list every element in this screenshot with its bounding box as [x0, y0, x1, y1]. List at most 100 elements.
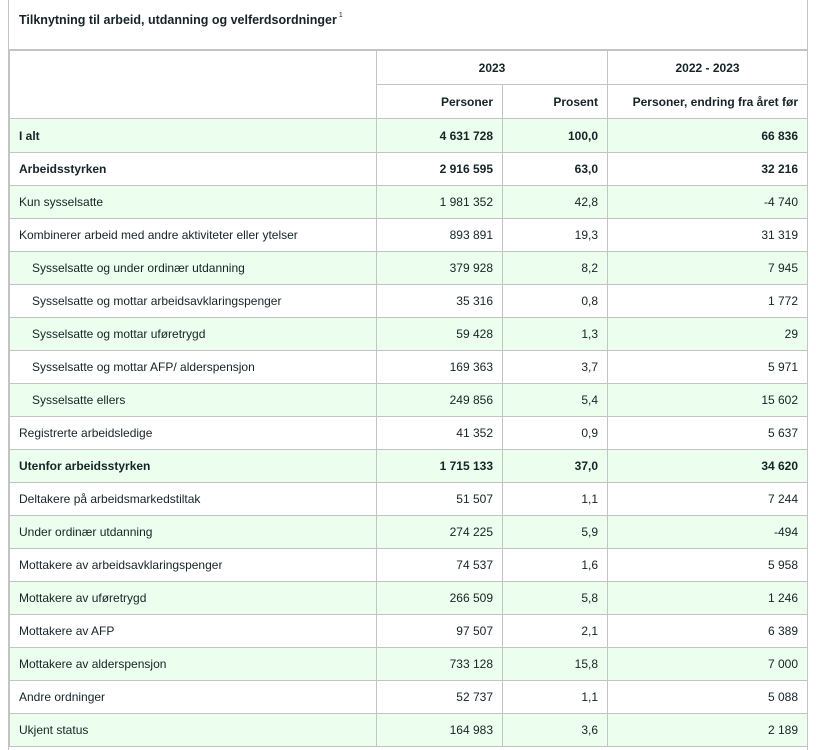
- row-change: 31 319: [607, 218, 809, 252]
- row-label: Mottakere av arbeidsavklaringspenger: [9, 548, 377, 582]
- row-change: 1 772: [607, 284, 809, 318]
- row-label: Sysselsatte og mottar uføretrygd: [9, 317, 377, 351]
- header-change-period: 2022 - 2023: [607, 50, 809, 85]
- row-label: Sysselsatte og mottar AFP/ alderspensjon: [9, 350, 377, 384]
- row-persons: 893 891: [376, 218, 503, 252]
- table-row: Sysselsatte og mottar AFP/ alderspensjon…: [9, 350, 809, 384]
- row-label: Mottakere av AFP: [9, 614, 377, 648]
- row-persons: 379 928: [376, 251, 503, 285]
- header-row-years: 2023 2022 - 2023: [9, 50, 809, 119]
- row-change: 5 637: [607, 416, 809, 450]
- header-change: Personer, endring fra året før: [607, 84, 809, 119]
- header-corner-cell: [9, 50, 377, 119]
- header-year: 2023: [375, 50, 609, 85]
- table-container: Tilknytning til arbeid, utdanning og vel…: [8, 0, 809, 750]
- row-change: 1 246: [607, 581, 809, 615]
- row-change: 5 958: [607, 548, 809, 582]
- row-percent: 1,1: [501, 482, 609, 516]
- row-percent: 42,8: [501, 185, 609, 219]
- row-percent: 19,3: [501, 218, 609, 252]
- table-row: Sysselsatte og under ordinær utdanning 37…: [9, 251, 809, 285]
- row-change: 29: [607, 317, 809, 351]
- row-percent: 100,0: [501, 118, 609, 153]
- row-persons: 1 981 352: [376, 185, 503, 219]
- table-row: Sysselsatte og mottar uføretrygd 59 428 1,…: [9, 317, 809, 351]
- row-label: Kombinerer arbeid med andre aktiviteter …: [9, 218, 377, 252]
- table-row: Arbeidsstyrken 2 916 595 63,0 32 216: [9, 152, 809, 186]
- table-row: Registrerte arbeidsledige 41 352 0,9 5 637: [9, 416, 809, 450]
- row-change: 5 971: [607, 350, 809, 384]
- row-percent: 5,8: [501, 581, 609, 615]
- table-row: Kun sysselsatte 1 981 352 42,8 -4 740: [9, 185, 809, 219]
- row-persons: 733 128: [376, 647, 503, 681]
- row-change: 6 389: [607, 614, 809, 648]
- row-label: Ukjent status: [9, 713, 377, 747]
- row-label: Sysselsatte og under ordinær utdanning: [9, 251, 377, 285]
- row-persons: 4 631 728: [376, 118, 503, 153]
- row-change: 5 088: [607, 680, 809, 714]
- row-persons: 59 428: [376, 317, 503, 351]
- table-row: Sysselsatte og mottar arbeidsavklaringsp…: [9, 284, 809, 318]
- row-persons: 51 507: [376, 482, 503, 516]
- row-persons: 1 715 133: [376, 449, 503, 483]
- row-label: Sysselsatte og mottar arbeidsavklaringsp…: [9, 284, 377, 318]
- table-caption-text: Tilknytning til arbeid, utdanning og vel…: [19, 13, 337, 27]
- row-change: 7 945: [607, 251, 809, 285]
- table-row: Mottakere av uføretrygd 266 509 5,8 1 246: [9, 581, 809, 615]
- row-change: 7 000: [607, 647, 809, 681]
- row-label: I alt: [9, 118, 377, 153]
- row-persons: 2 916 595: [376, 152, 503, 186]
- row-persons: 35 316: [376, 284, 503, 318]
- row-label: Mottakere av alderspensjon: [9, 647, 377, 681]
- row-percent: 15,8: [501, 647, 609, 681]
- header-persons: Personer: [376, 84, 503, 119]
- row-percent: 1,6: [501, 548, 609, 582]
- table-row: Mottakere av arbeidsavklaringspenger 74 5…: [9, 548, 809, 582]
- row-change: 2 189: [607, 713, 809, 747]
- row-change: 7 244: [607, 482, 809, 516]
- table-caption: Tilknytning til arbeid, utdanning og vel…: [9, 0, 807, 50]
- footnote-marker[interactable]: 1: [339, 12, 343, 19]
- row-percent: 3,6: [501, 713, 609, 747]
- row-percent: 0,8: [501, 284, 609, 318]
- row-percent: 3,7: [501, 350, 609, 384]
- table-row: Mottakere av alderspensjon 733 128 15,8 7 0…: [9, 647, 809, 681]
- row-label: Under ordinær utdanning: [9, 515, 377, 549]
- row-label: Registrerte arbeidsledige: [9, 416, 377, 450]
- table-row: Andre ordninger 52 737 1,1 5 088: [9, 680, 809, 714]
- table-row: Deltakere på arbeidsmarkedstiltak 51 507 1…: [9, 482, 809, 516]
- row-label: Sysselsatte ellers: [9, 383, 377, 417]
- row-persons: 97 507: [376, 614, 503, 648]
- row-percent: 1,1: [501, 680, 609, 714]
- row-label: Deltakere på arbeidsmarkedstiltak: [9, 482, 377, 516]
- row-persons: 41 352: [376, 416, 503, 450]
- table-row: Ukjent status 164 983 3,6 2 189: [9, 713, 809, 747]
- data-table: 2023 2022 - 2023 Personer Prosent Person…: [9, 50, 809, 747]
- row-percent: 63,0: [501, 152, 609, 186]
- row-change: -4 740: [607, 185, 809, 219]
- row-change: 66 836: [607, 118, 809, 153]
- header-percent: Prosent: [501, 84, 609, 119]
- table-row: Utenfor arbeidsstyrken 1 715 133 37,0 34 62…: [9, 449, 809, 483]
- table-row: Mottakere av AFP 97 507 2,1 6 389: [9, 614, 809, 648]
- row-label: Utenfor arbeidsstyrken: [9, 449, 377, 483]
- row-persons: 74 537: [376, 548, 503, 582]
- table-row: Sysselsatte ellers 249 856 5,4 15 602: [9, 383, 809, 417]
- row-label: Andre ordninger: [9, 680, 377, 714]
- row-change: -494: [607, 515, 809, 549]
- row-percent: 5,9: [501, 515, 609, 549]
- table-header: 2023 2022 - 2023 Personer Prosent Person…: [9, 50, 809, 119]
- row-change: 15 602: [607, 383, 809, 417]
- row-percent: 37,0: [501, 449, 609, 483]
- table-row: I alt 4 631 728 100,0 66 836: [9, 118, 809, 153]
- row-change: 32 216: [607, 152, 809, 186]
- table-body: I alt 4 631 728 100,0 66 836 Arbeidsstyrken 2…: [9, 118, 809, 747]
- table-row: Kombinerer arbeid med andre aktiviteter …: [9, 218, 809, 252]
- row-persons: 169 363: [376, 350, 503, 384]
- row-label: Mottakere av uføretrygd: [9, 581, 377, 615]
- row-persons: 164 983: [376, 713, 503, 747]
- row-percent: 2,1: [501, 614, 609, 648]
- row-percent: 0,9: [501, 416, 609, 450]
- table-row: Under ordinær utdanning 274 225 5,9 -494: [9, 515, 809, 549]
- row-persons: 52 737: [376, 680, 503, 714]
